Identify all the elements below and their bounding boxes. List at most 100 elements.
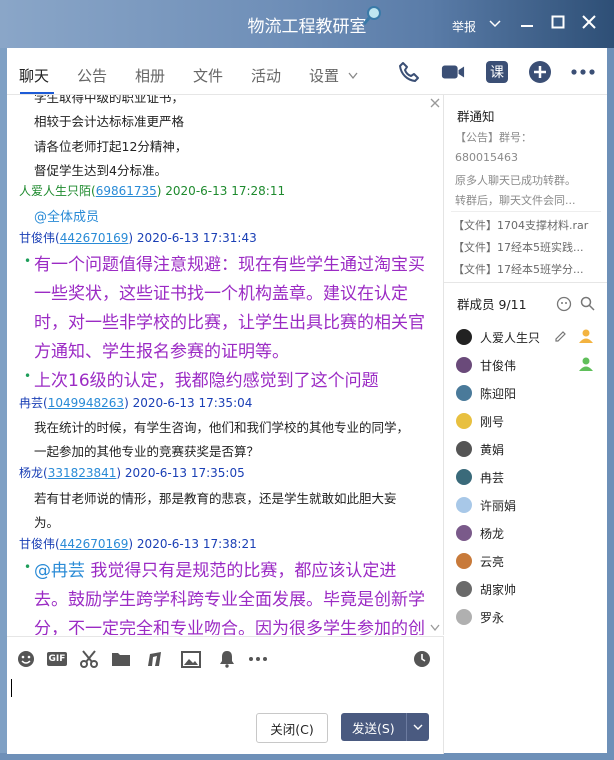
member-name: 甘俊伟 — [480, 358, 517, 373]
message-header: 杨龙(331823841) 2020-6-13 17:35:05 — [19, 466, 245, 480]
chevron-down-icon[interactable] — [489, 19, 501, 29]
message-text: @冉芸 我觉得只有是规范的比赛，都应该认定进 — [34, 556, 396, 581]
close-icon[interactable] — [582, 15, 596, 29]
notice-line[interactable]: 原多人聊天已成功转群。 — [455, 172, 576, 188]
member-item[interactable]: 人爱人生只 — [456, 327, 540, 347]
message-time: 2020-6-13 17:38:21 — [136, 537, 257, 551]
message-text: 一些奖状，这些证书找一个机构盖章。建议在认定 — [34, 284, 408, 304]
owner-icon — [579, 329, 593, 343]
send-button-label: 发送(S) — [352, 720, 395, 736]
notify-button[interactable] — [217, 649, 237, 669]
member-name: 云亮 — [480, 554, 505, 569]
message-input[interactable] — [9, 677, 429, 705]
send-options-dropdown[interactable] — [406, 713, 429, 741]
group-file-item[interactable]: 【文件】17经本5班实践... — [453, 239, 584, 255]
add-app-button[interactable] — [528, 60, 552, 84]
more-dots-icon — [571, 69, 595, 75]
message-composer: GIF 关闭(C) 发送(S) — [7, 636, 444, 754]
close-button[interactable]: 关闭(C) — [256, 713, 328, 743]
divider — [451, 211, 601, 212]
file-button[interactable] — [111, 649, 131, 669]
sender-qq[interactable]: 331823841 — [48, 466, 117, 480]
tab-bar: 聊天 公告 相册 文件 活动 设置 课 — [7, 48, 607, 95]
search-icon[interactable] — [580, 296, 595, 311]
member-item[interactable]: 云亮 — [456, 551, 504, 571]
more-button[interactable] — [571, 60, 595, 84]
member-item[interactable]: 甘俊伟 — [456, 355, 516, 375]
member-item[interactable]: 刚号 — [456, 411, 504, 431]
avatar — [456, 357, 472, 373]
class-button[interactable]: 课 — [485, 60, 509, 84]
message-header: 人爱人生只陌(69861735) 2020-6-13 17:28:11 — [19, 184, 286, 198]
member-name: 人爱人生只 — [480, 330, 541, 345]
sender-name[interactable]: 甘俊伟 — [19, 231, 55, 245]
member-name: 陈迎阳 — [480, 386, 517, 401]
sender-qq[interactable]: 442670169 — [60, 231, 129, 245]
tab-chat[interactable]: 聊天 — [19, 65, 49, 86]
group-file-item[interactable]: 【文件】17经本5班学分... — [453, 261, 584, 277]
mention[interactable]: @冉芸 — [34, 561, 85, 581]
send-button[interactable]: 发送(S) — [341, 713, 429, 741]
phone-call-button[interactable] — [397, 60, 421, 84]
gif-button[interactable]: GIF — [45, 649, 69, 669]
message-header: 甘俊伟(442670169) 2020-6-13 17:38:21 — [19, 537, 257, 551]
tab-announcement[interactable]: 公告 — [77, 65, 107, 86]
chevron-down-icon — [413, 724, 423, 730]
group-file-item[interactable]: 【文件】1704支撑材料.rar — [453, 217, 588, 233]
video-call-button[interactable] — [441, 60, 465, 84]
member-item[interactable]: 陈迎阳 — [456, 383, 516, 403]
message-text: 上次16级的认定，我都隐约感觉到了这个问题 — [34, 371, 379, 391]
music-button[interactable] — [145, 649, 165, 669]
notice-line[interactable]: 680015463 — [455, 151, 518, 164]
tab-album[interactable]: 相册 — [135, 65, 165, 86]
notice-line[interactable]: 转群后，聊天文件会同... — [455, 192, 576, 208]
group-members-title[interactable]: 群成员 9/11 — [457, 294, 527, 313]
member-item[interactable]: 杨龙 — [456, 523, 504, 543]
group-notice-title[interactable]: 群通知 — [457, 106, 495, 125]
maximize-icon[interactable] — [551, 15, 565, 29]
sender-name[interactable]: 冉芸 — [19, 396, 43, 410]
sender-name[interactable]: 甘俊伟 — [19, 537, 55, 551]
image-button[interactable] — [181, 649, 201, 669]
sender-name[interactable]: 人爱人生只陌 — [19, 184, 91, 198]
screenshot-button[interactable] — [79, 649, 99, 669]
avatar — [456, 329, 472, 345]
emoji-button[interactable] — [16, 649, 36, 669]
tab-settings[interactable]: 设置 — [309, 65, 339, 86]
chat-message-area[interactable]: 学生取得中级的职业证书， 相较于会计达标标准更严格 请各位老师打起12分精神， … — [7, 95, 444, 635]
notice-line[interactable]: 【公告】群号： — [455, 129, 532, 145]
message-time: 2020-6-13 17:35:05 — [124, 466, 245, 480]
history-button[interactable] — [412, 649, 432, 669]
member-name: 杨龙 — [480, 526, 505, 541]
edit-icon[interactable] — [554, 330, 567, 343]
member-item[interactable]: 许丽娟 — [456, 495, 516, 515]
scroll-down-icon[interactable] — [430, 624, 440, 632]
plus-circle-icon — [529, 61, 551, 83]
class-icon-label: 课 — [490, 65, 504, 81]
sender-qq[interactable]: 69861735 — [96, 184, 157, 198]
tab-activity[interactable]: 活动 — [251, 65, 281, 86]
image-icon — [181, 650, 201, 668]
more-tools-button[interactable] — [248, 649, 268, 669]
close-icon[interactable] — [430, 98, 440, 108]
sender-qq[interactable]: 1049948263 — [48, 396, 124, 410]
sender-qq[interactable]: 442670169 — [60, 537, 129, 551]
member-item[interactable]: 黄娟 — [456, 439, 504, 459]
sender-name[interactable]: 杨龙 — [19, 466, 43, 480]
member-item[interactable]: 冉芸 — [456, 467, 504, 487]
member-settings-icon[interactable] — [556, 296, 572, 312]
message-text: 若有甘老师说的情形，那是教育的悲哀，还是学生就敢如此胆大妄 — [34, 491, 397, 506]
member-item[interactable]: 胡家帅 — [456, 579, 516, 599]
divider — [444, 282, 607, 283]
group-sidebar: 群通知 【公告】群号： 680015463 原多人聊天已成功转群。 转群后，聊天… — [444, 95, 607, 753]
tab-files[interactable]: 文件 — [193, 65, 223, 86]
member-item[interactable]: 罗永 — [456, 607, 504, 627]
search-icon[interactable] — [362, 4, 384, 28]
avatar — [456, 525, 472, 541]
minimize-icon[interactable] — [519, 14, 535, 30]
chevron-down-icon[interactable] — [348, 72, 358, 80]
member-name: 刚号 — [480, 414, 505, 429]
message-text: 有一个问题值得注意规避：现在有些学生通过淘宝买 — [34, 255, 425, 275]
report-link[interactable]: 举报 — [452, 18, 476, 35]
scissors-icon — [80, 650, 98, 668]
